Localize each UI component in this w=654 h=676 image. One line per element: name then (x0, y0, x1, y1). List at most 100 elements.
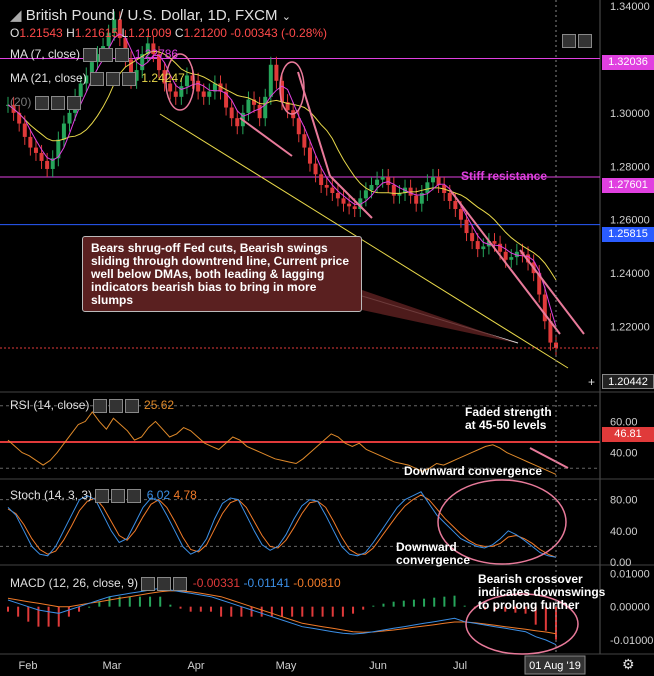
close-icon[interactable] (66, 95, 81, 110)
stoch-tick-label: 80.00 (610, 495, 638, 507)
candle-body (274, 64, 279, 81)
ma7-legend[interactable]: MA (7, close) 1.22786 (10, 47, 178, 62)
candle-body (179, 86, 184, 97)
chevron-left-icon[interactable]: ◢ (10, 7, 22, 24)
eye-icon[interactable] (92, 398, 107, 413)
price-tick-label: 1.30000 (610, 108, 650, 120)
stoch-convergence-line2: convergence (396, 553, 471, 567)
eye-icon[interactable] (141, 576, 156, 591)
candle-body (302, 134, 307, 148)
candle-body (341, 198, 346, 204)
macd-histogram-bar (362, 606, 365, 610)
candle-body (363, 190, 368, 199)
eye-icon[interactable] (83, 47, 98, 62)
macd-histogram-bar (128, 596, 131, 607)
macd-tick-label: -0.01000 (610, 635, 653, 647)
eye-icon[interactable] (90, 71, 105, 86)
macd-histogram-bar (220, 606, 223, 617)
candle-body (380, 176, 385, 180)
price-tick-label: 1.24000 (610, 268, 650, 280)
candle-body (492, 241, 497, 244)
close-icon[interactable] (124, 398, 139, 413)
stoch-ellipse (437, 479, 567, 565)
faded-strength-line2: at 45-50 levels (465, 418, 547, 432)
trend-arrow (239, 117, 293, 157)
candle-body (207, 91, 212, 97)
crosshair-plus-icon[interactable]: + (588, 375, 595, 389)
macd-histogram-bar (189, 606, 192, 612)
stoch-legend[interactable]: Stoch (14, 3, 3) 6.02 4.78 (10, 488, 197, 503)
macd-histogram-bar (57, 606, 60, 627)
macd-histogram-bar (372, 605, 375, 607)
pane-controls[interactable] (562, 33, 594, 48)
candle-body (39, 152, 44, 161)
candle-body (307, 147, 312, 164)
stoch-tick-label: 0.00 (610, 557, 631, 569)
interval: 1D (207, 7, 227, 24)
eye-icon[interactable] (34, 95, 49, 110)
close-icon[interactable] (127, 488, 142, 503)
macd-histogram-bar (67, 606, 70, 617)
candle-body (386, 176, 391, 185)
gear-icon[interactable] (157, 576, 172, 591)
level-tag-2: 1.27601 (602, 178, 654, 193)
level-tag-3: 1.25815 (602, 227, 654, 242)
gear-icon[interactable] (106, 71, 121, 86)
close-icon[interactable] (115, 47, 130, 62)
date-cursor-tag: 01 Aug '19 (529, 660, 581, 672)
macd-histogram-bar (281, 606, 283, 617)
level-tag-1: 1.32036 (602, 55, 654, 70)
candle-body (33, 147, 38, 153)
macd-histogram-bar (149, 596, 152, 607)
macd-histogram-bar (88, 606, 91, 608)
candle-body (391, 184, 396, 196)
macd-histogram-bar (159, 596, 162, 607)
gear-icon[interactable] (99, 47, 114, 62)
close-icon[interactable] (122, 71, 137, 86)
candle-body (369, 184, 374, 191)
macd-legend[interactable]: MACD (12, 26, close, 9) -0.00331 -0.0114… (10, 576, 341, 591)
candle-body (257, 104, 262, 119)
macd-histogram-bar (230, 606, 233, 617)
macd-histogram-bar (301, 606, 304, 617)
x-axis-label: Feb (19, 660, 38, 672)
chevron-down-icon[interactable]: ⌄ (282, 11, 291, 23)
macd-histogram-bar (199, 606, 202, 612)
ma21-legend[interactable]: MA (21, close) 1.24247 (10, 71, 185, 86)
candle-body (263, 96, 268, 119)
eye-icon[interactable] (95, 488, 110, 503)
close-icon[interactable] (173, 576, 188, 591)
candle-body (313, 163, 318, 175)
price-tick-label: 1.34000 (610, 1, 650, 13)
candle-body (28, 136, 33, 148)
x-axis-label: Apr (187, 660, 204, 672)
macd-histogram-bar (412, 599, 415, 607)
rsi-value-tag: 46.81 (602, 427, 654, 442)
candle-body (509, 257, 514, 260)
gear-icon[interactable] (111, 488, 126, 503)
macd-histogram-bar (250, 606, 253, 617)
maximize-icon[interactable] (578, 33, 592, 48)
hidden-indicator-legend[interactable]: (20) (10, 95, 83, 110)
collapse-icon[interactable] (562, 33, 576, 48)
candle-body (481, 246, 486, 250)
x-axis-label: Jun (369, 660, 387, 672)
macd-histogram-bar (169, 604, 172, 607)
macd-histogram-bar (138, 596, 141, 607)
candle-body (430, 176, 435, 183)
rsi-legend[interactable]: RSI (14, close) 25.62 (10, 398, 174, 413)
candle-body (196, 80, 201, 92)
candle-body (503, 251, 508, 260)
candle-body (201, 91, 206, 97)
macd-histogram-bar (352, 606, 355, 614)
macd-histogram-bar (260, 606, 263, 617)
exchange: FXCM (235, 7, 278, 24)
candle-body (22, 123, 27, 137)
symbol-title[interactable]: ◢ British Pound / U.S. Dollar, 1D, FXCM … (10, 6, 291, 24)
candle-body (235, 118, 240, 127)
gear-icon[interactable] (108, 398, 123, 413)
settings-gear-icon[interactable]: ⚙ (622, 656, 635, 673)
gear-icon[interactable] (50, 95, 65, 110)
candle-body (335, 193, 340, 199)
price-tick-label: 1.26000 (610, 215, 650, 227)
